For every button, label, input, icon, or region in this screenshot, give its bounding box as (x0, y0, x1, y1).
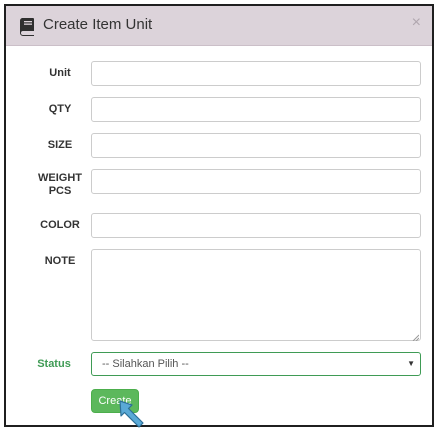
unit-input[interactable] (91, 61, 421, 86)
note-label: NOTE (44, 255, 76, 267)
unit-label: Unit (49, 67, 71, 79)
arrow-pointer-icon (119, 400, 144, 428)
weight-label-line2: PCS (48, 185, 72, 197)
dialog-header: Create Item Unit × (6, 6, 432, 46)
status-select[interactable]: -- Silahkan Pilih -- ▼ (91, 352, 421, 376)
resize-grip-icon[interactable] (412, 334, 419, 341)
status-selected-value: -- Silahkan Pilih -- (102, 358, 189, 370)
close-icon[interactable]: × (412, 14, 421, 32)
size-input[interactable] (91, 133, 421, 158)
color-label: COLOR (40, 219, 80, 231)
caret-down-icon: ▼ (407, 359, 415, 368)
weight-label-line1: WEIGHT (38, 172, 82, 184)
note-textarea[interactable] (91, 249, 421, 341)
qty-label: QTY (48, 103, 72, 115)
qty-input[interactable] (91, 97, 421, 122)
create-item-unit-dialog: Create Item Unit × Unit QTY SIZE WEIGHT … (4, 4, 434, 427)
status-label: Status (37, 358, 71, 370)
book-icon (19, 18, 34, 36)
weight-pcs-input[interactable] (91, 169, 421, 194)
size-label: SIZE (47, 139, 73, 151)
weight-pcs-label: WEIGHT PCS (25, 172, 95, 198)
color-input[interactable] (91, 213, 421, 238)
dialog-title: Create Item Unit (43, 16, 153, 33)
